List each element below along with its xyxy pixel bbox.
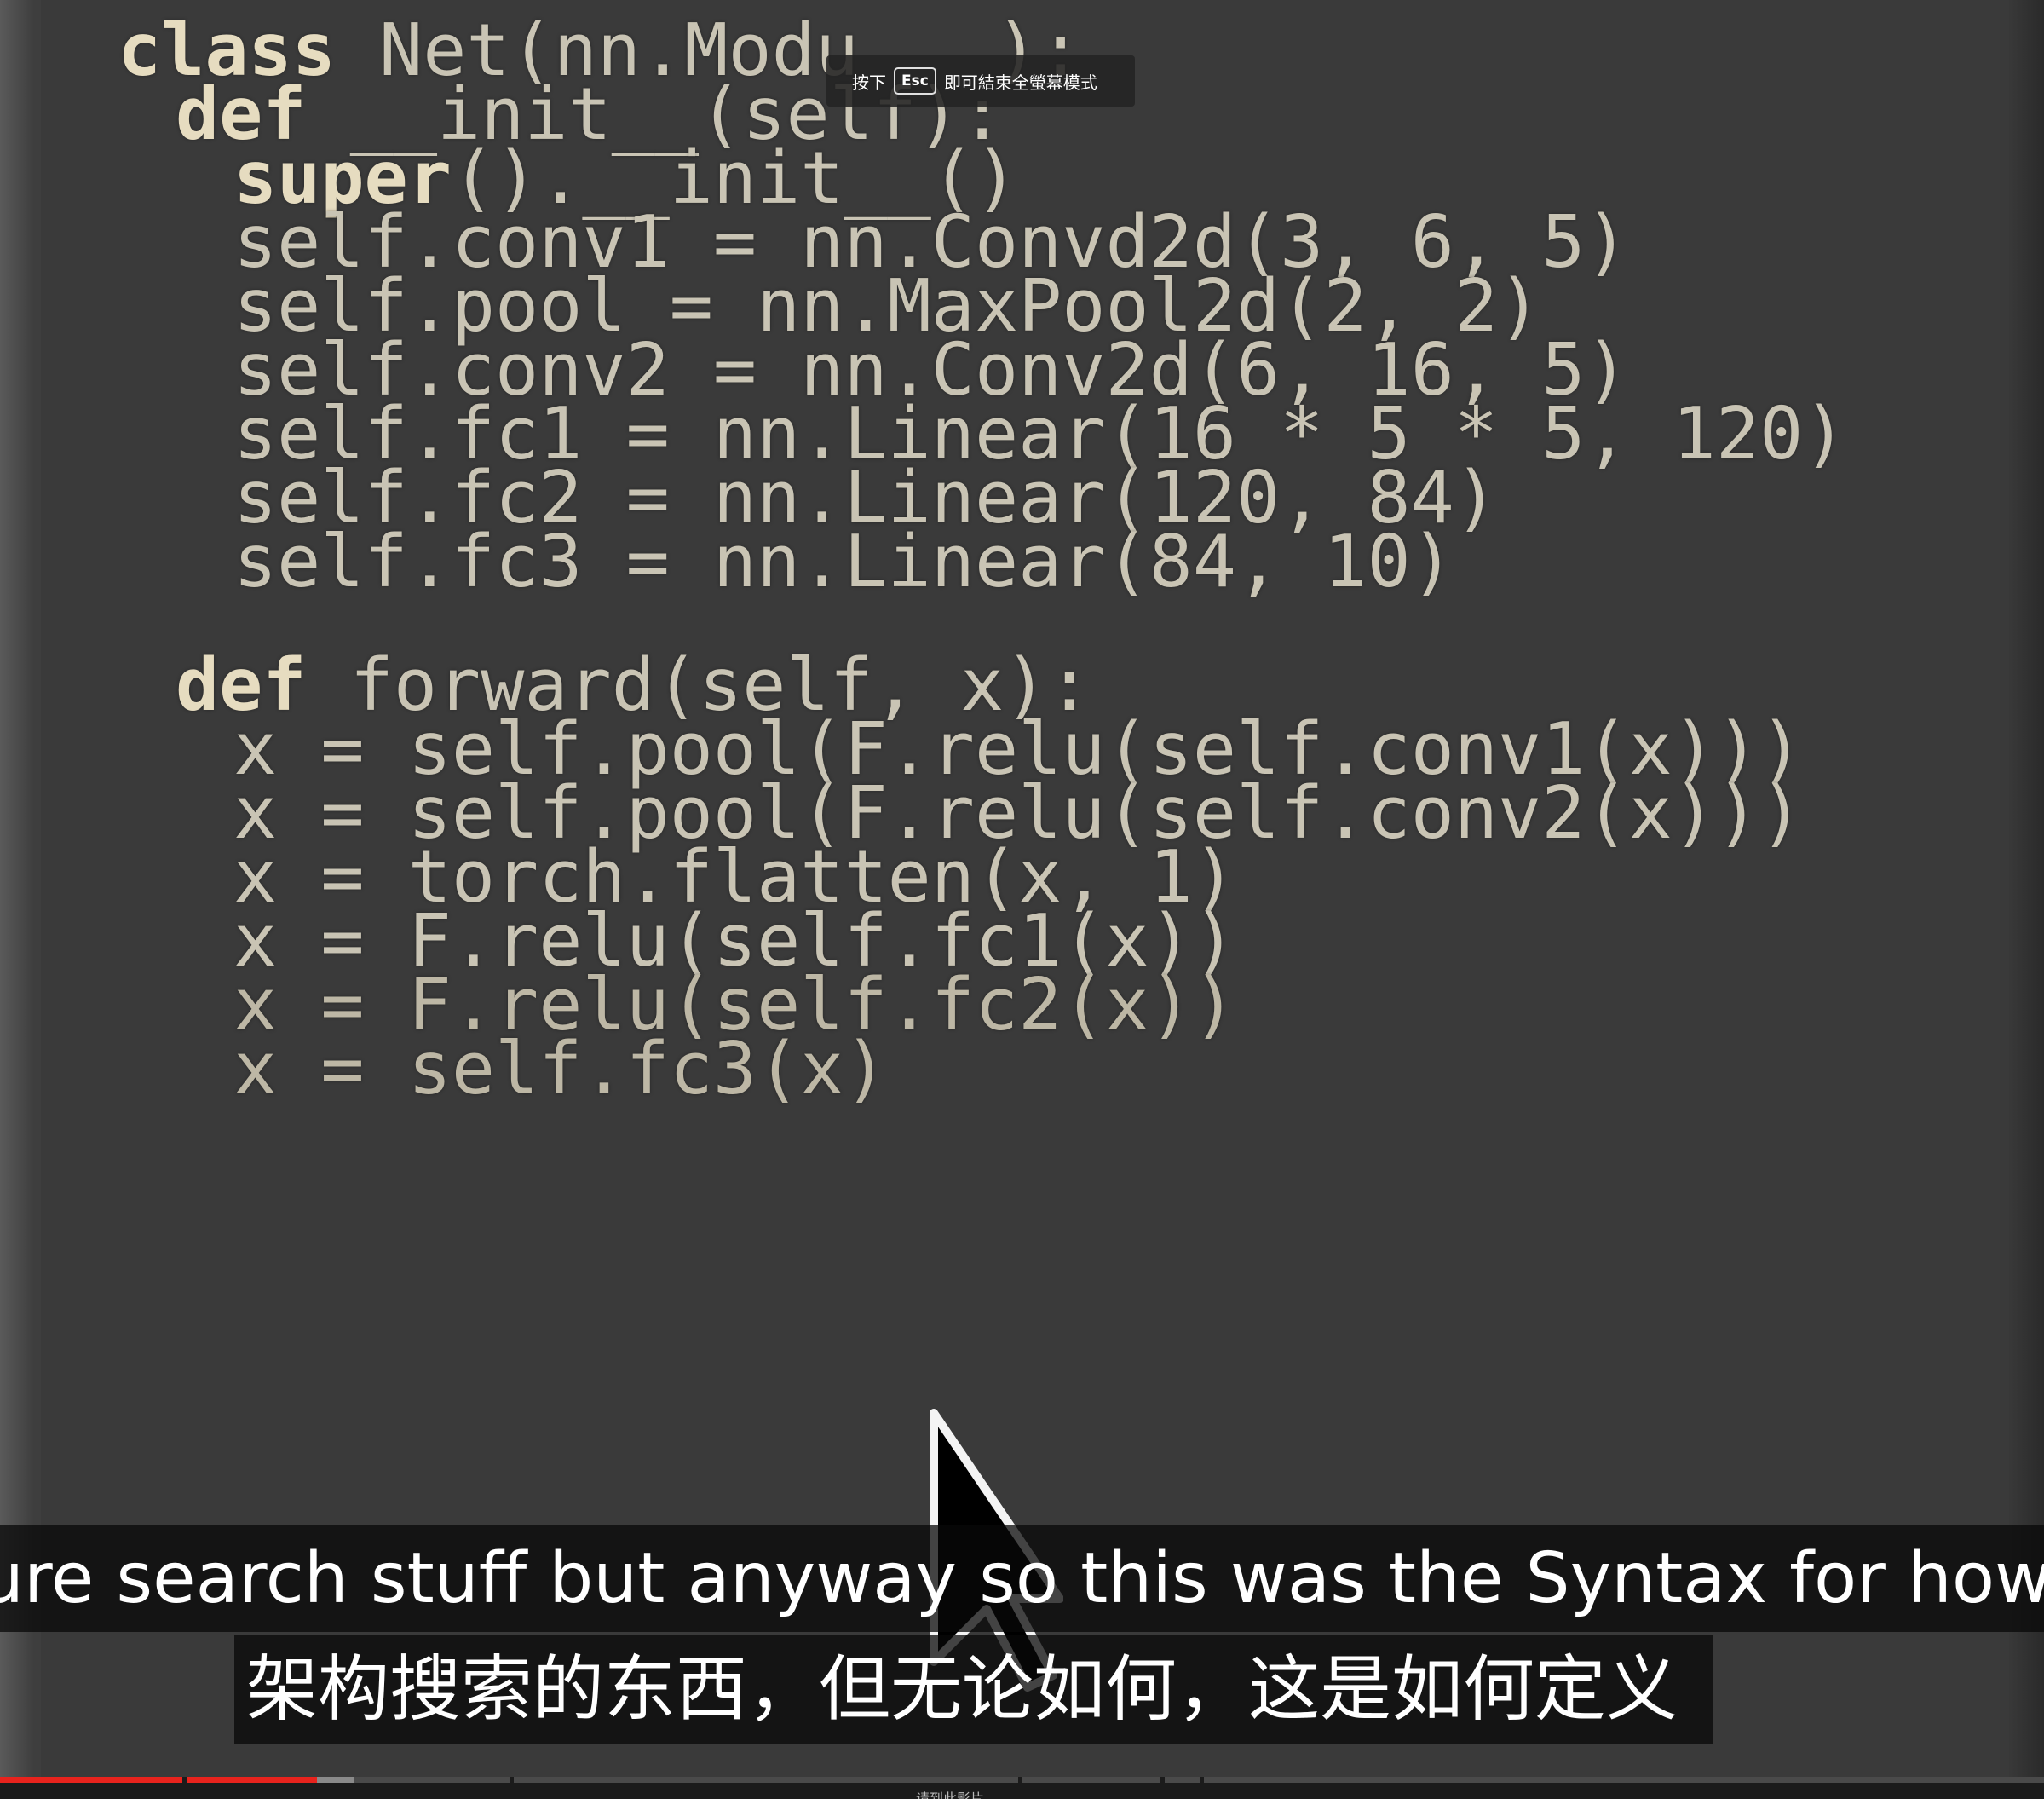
hint-suffix: 即可結束全螢幕模式 <box>943 72 1097 93</box>
code-line-fc3: self.fc3 = nn.Linear(84, 10) <box>233 520 1454 605</box>
video-frame[interactable]: class Net(nn.Modu ): def __init__(self):… <box>0 0 2044 1777</box>
chapter-marker <box>1160 1777 1165 1783</box>
chapter-marker <box>1200 1777 1204 1783</box>
chapter-title: 请到此影片 <box>916 1790 985 1799</box>
progress-bar[interactable]: 请到此影片 <box>0 1777 2044 1799</box>
caption-english: ure search stuff but anyway so this was … <box>0 1525 2044 1632</box>
progress-track[interactable] <box>0 1777 2044 1783</box>
chapter-marker <box>182 1777 187 1783</box>
chapter-marker <box>1018 1777 1022 1783</box>
code-text: self.fc3 = nn.Linear(84, 10) <box>233 520 1454 604</box>
esc-key-badge: Esc <box>894 67 936 95</box>
caption-chinese: 架构搜索的东西，但无论如何，这是如何定义 <box>234 1635 1713 1744</box>
hint-prefix: 按下 <box>852 72 886 93</box>
progress-played <box>0 1777 317 1783</box>
code-text: x = self.fc3(x) <box>233 1027 888 1111</box>
code-line-forward-6: x = self.fc3(x) <box>233 1027 888 1112</box>
fullscreen-exit-hint: 按下 Esc 即可結束全螢幕模式 <box>826 55 1135 107</box>
chapter-marker <box>510 1777 514 1783</box>
